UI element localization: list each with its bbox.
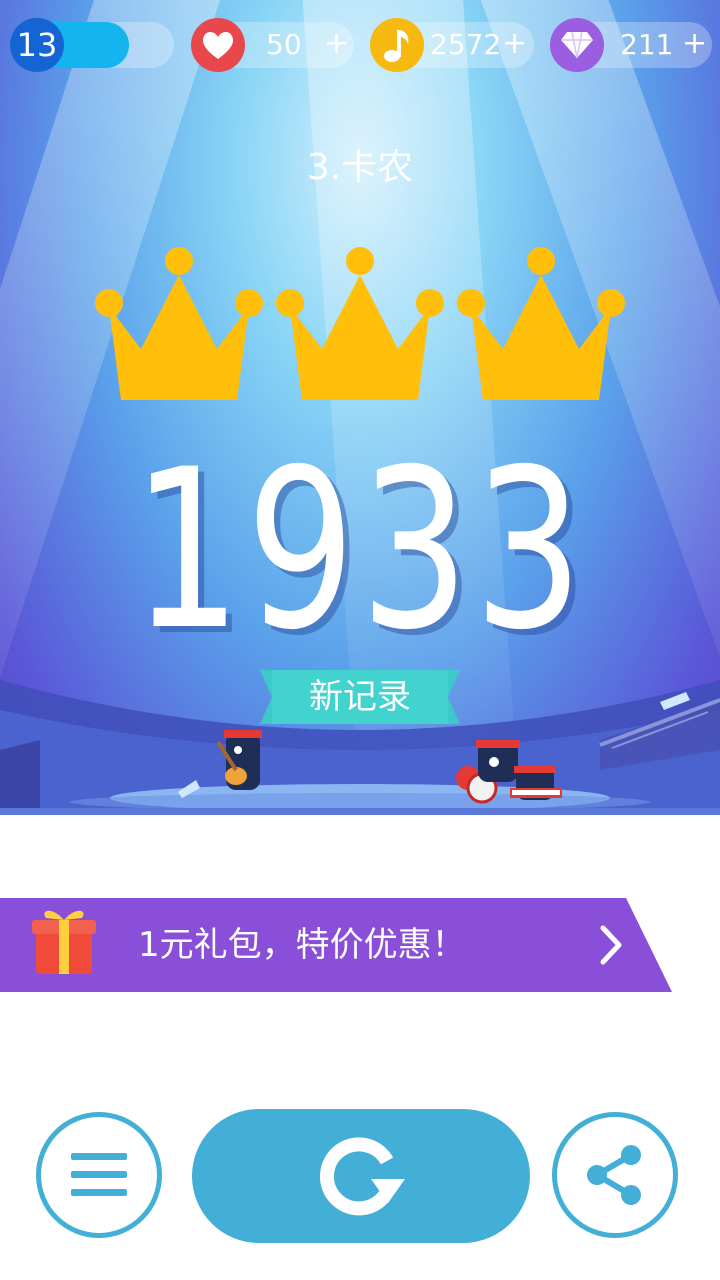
replay-icon [320, 1137, 405, 1216]
share-button[interactable] [552, 1112, 678, 1238]
top-bar: 13 50 + 2572 + 211 + [0, 0, 720, 92]
add-diamonds-button[interactable]: + [682, 22, 707, 68]
gift-pack-label: 1元礼包，特价优惠！ [138, 925, 466, 965]
heart-icon [191, 18, 245, 72]
gift-icon [32, 910, 96, 974]
song-title: 3.卡农 [306, 147, 414, 188]
diamonds-count: 211 [620, 28, 674, 61]
menu-icon [71, 1153, 127, 1196]
add-notes-button[interactable]: + [502, 22, 527, 68]
add-lives-button[interactable]: + [324, 22, 349, 68]
notes-count: 2572 [430, 28, 502, 61]
lives-count: 50 [266, 28, 302, 61]
level-badge: 13 [10, 18, 64, 72]
replay-button[interactable] [192, 1109, 530, 1243]
diamond-icon [550, 18, 604, 72]
score: 1933 [132, 422, 588, 678]
crown-rating [95, 245, 625, 405]
music-note-icon [370, 18, 424, 72]
crown-icon [276, 247, 444, 400]
new-record-ribbon: 新记录 [260, 664, 460, 730]
menu-button[interactable] [36, 1112, 162, 1238]
crown-icon [95, 247, 263, 400]
crown-icon [457, 247, 625, 400]
level-number: 13 [16, 26, 58, 64]
share-icon [587, 1145, 641, 1205]
new-record-label: 新记录 [309, 677, 411, 717]
